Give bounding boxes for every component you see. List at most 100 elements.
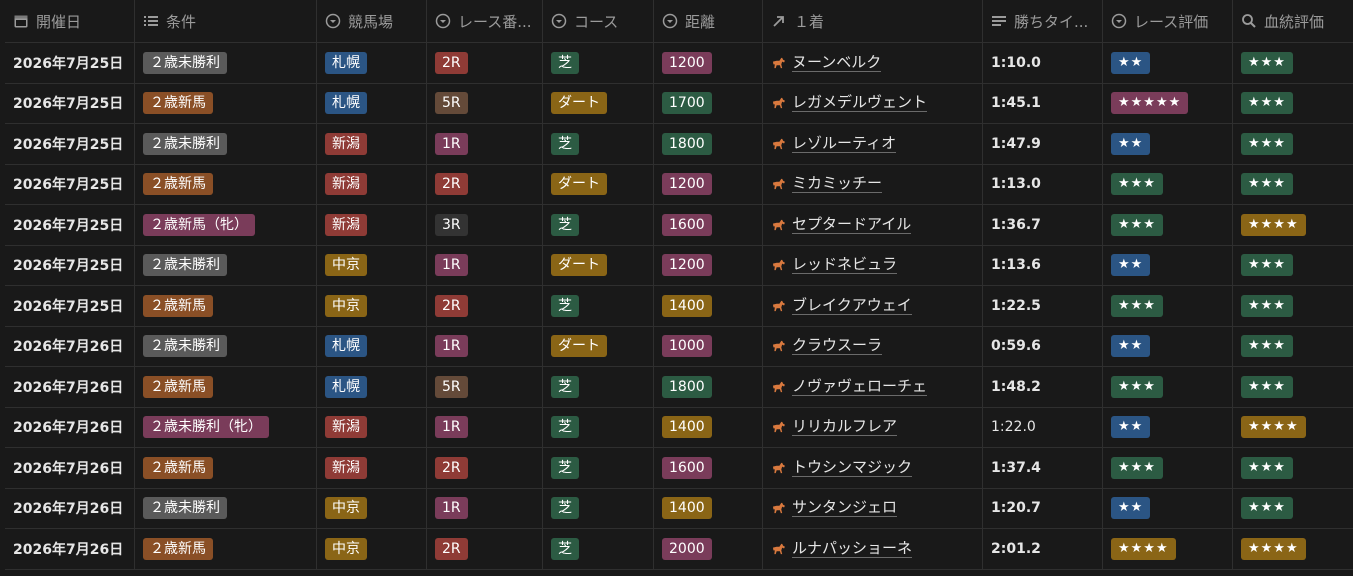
winning-time-cell[interactable]: 2:01.2 — [983, 529, 1103, 569]
winning-time-cell[interactable]: 1:10.0 — [983, 43, 1103, 83]
date-cell[interactable]: 2026年7月25日 — [5, 124, 135, 164]
winner-link[interactable]: セプタードアイル — [771, 215, 912, 234]
venue-cell[interactable]: 中京 — [317, 286, 427, 326]
course-cell[interactable]: 芝 — [543, 407, 654, 447]
date-cell[interactable]: 2026年7月25日 — [5, 164, 135, 204]
course-cell[interactable]: 芝 — [543, 448, 654, 488]
date-cell[interactable]: 2026年7月26日 — [5, 488, 135, 528]
winning-time-cell[interactable]: 1:45.1 — [983, 83, 1103, 123]
distance-cell[interactable]: 1800 — [654, 367, 763, 407]
course-cell[interactable]: ダート — [543, 326, 654, 366]
venue-cell[interactable]: 新潟 — [317, 407, 427, 447]
distance-cell[interactable]: 1600 — [654, 205, 763, 245]
table-row[interactable]: 2026年7月25日 ２歳新馬（牝） 新潟 3R 芝 1600 セプタードアイル… — [5, 205, 1353, 246]
condition-cell[interactable]: ２歳新馬 — [135, 448, 317, 488]
condition-cell[interactable]: ２歳未勝利 — [135, 245, 317, 285]
race-rating-cell[interactable]: ★★★ — [1103, 367, 1233, 407]
condition-cell[interactable]: ２歳未勝利 — [135, 43, 317, 83]
table-row[interactable]: 2026年7月26日 ２歳未勝利 中京 1R 芝 1400 サンタンジェロ 1:… — [5, 488, 1353, 529]
distance-cell[interactable]: 1600 — [654, 448, 763, 488]
winner-cell[interactable]: トウシンマジック — [763, 448, 983, 488]
race-rating-cell[interactable]: ★★ — [1103, 326, 1233, 366]
table-row[interactable]: 2026年7月25日 ２歳新馬 新潟 2R ダート 1200 ミカミッチー 1:… — [5, 164, 1353, 205]
condition-cell[interactable]: ２歳未勝利 — [135, 124, 317, 164]
pedigree-rating-cell[interactable]: ★★★ — [1233, 84, 1353, 124]
distance-cell[interactable]: 1200 — [654, 245, 763, 285]
winner-link[interactable]: トウシンマジック — [771, 458, 913, 477]
course-cell[interactable]: ダート — [543, 83, 654, 123]
table-row[interactable]: 2026年7月26日 ２歳新馬 中京 2R 芝 2000 ルナパッショーネ 2:… — [5, 529, 1353, 570]
winning-time-cell[interactable]: 1:36.7 — [983, 205, 1103, 245]
condition-cell[interactable]: ２歳新馬 — [135, 529, 317, 569]
distance-cell[interactable]: 1400 — [654, 407, 763, 447]
course-cell[interactable]: 芝 — [543, 488, 654, 528]
winning-time-cell[interactable]: 1:22.0 — [983, 407, 1103, 447]
winner-cell[interactable]: ルナパッショーネ — [763, 529, 983, 569]
table-row[interactable]: 2026年7月25日 ２歳新馬 中京 2R 芝 1400 ブレイクアウェイ 1:… — [5, 286, 1353, 327]
pedigree-rating-cell[interactable]: ★★★ — [1233, 489, 1353, 529]
winning-time-cell[interactable]: 1:22.5 — [983, 286, 1103, 326]
pedigree-rating-cell[interactable]: ★★★ — [1233, 286, 1353, 326]
venue-cell[interactable]: 札幌 — [317, 43, 427, 83]
date-cell[interactable]: 2026年7月26日 — [5, 448, 135, 488]
winner-cell[interactable]: レッドネビュラ — [763, 245, 983, 285]
race-rating-cell[interactable]: ★★★★★ — [1103, 83, 1233, 123]
winning-time-cell[interactable]: 1:47.9 — [983, 124, 1103, 164]
table-row[interactable]: 2026年7月26日 ２歳新馬 新潟 2R 芝 1600 トウシンマジック 1:… — [5, 448, 1353, 489]
pedigree-rating-cell[interactable]: ★★★★ — [1233, 408, 1353, 448]
pedigree-rating-cell[interactable]: ★★★ — [1233, 43, 1353, 83]
distance-cell[interactable]: 2000 — [654, 529, 763, 569]
pedigree-rating-cell[interactable]: ★★★ — [1233, 246, 1353, 286]
distance-cell[interactable]: 1400 — [654, 488, 763, 528]
winner-link[interactable]: ミカミッチー — [771, 175, 883, 194]
race-rating-cell[interactable]: ★★★ — [1103, 286, 1233, 326]
distance-cell[interactable]: 1400 — [654, 286, 763, 326]
pedigree-rating-cell[interactable]: ★★★ — [1233, 165, 1353, 205]
winner-cell[interactable]: ミカミッチー — [763, 164, 983, 204]
winner-cell[interactable]: ブレイクアウェイ — [763, 286, 983, 326]
course-cell[interactable]: 芝 — [543, 124, 654, 164]
winning-time-cell[interactable]: 1:20.7 — [983, 488, 1103, 528]
venue-cell[interactable]: 札幌 — [317, 326, 427, 366]
race-number-cell[interactable]: 2R — [427, 164, 543, 204]
race-number-cell[interactable]: 5R — [427, 367, 543, 407]
venue-cell[interactable]: 新潟 — [317, 164, 427, 204]
venue-cell[interactable]: 新潟 — [317, 448, 427, 488]
column-header-pedigree-rating[interactable]: 血統評価 — [1233, 0, 1353, 42]
distance-cell[interactable]: 1200 — [654, 164, 763, 204]
race-number-cell[interactable]: 3R — [427, 205, 543, 245]
column-header-course[interactable]: コース — [543, 0, 654, 42]
race-rating-cell[interactable]: ★★ — [1103, 407, 1233, 447]
course-cell[interactable]: 芝 — [543, 286, 654, 326]
race-rating-cell[interactable]: ★★ — [1103, 245, 1233, 285]
winning-time-cell[interactable]: 1:48.2 — [983, 367, 1103, 407]
winner-link[interactable]: リリカルフレア — [771, 418, 898, 437]
course-cell[interactable]: ダート — [543, 164, 654, 204]
race-number-cell[interactable]: 2R — [427, 529, 543, 569]
condition-cell[interactable]: ２歳未勝利（牝） — [135, 407, 317, 447]
race-number-cell[interactable]: 5R — [427, 83, 543, 123]
distance-cell[interactable]: 1800 — [654, 124, 763, 164]
winner-cell[interactable]: クラウスーラ — [763, 326, 983, 366]
condition-cell[interactable]: ２歳未勝利 — [135, 326, 317, 366]
winner-cell[interactable]: ヌーンベルク — [763, 43, 983, 83]
course-cell[interactable]: 芝 — [543, 205, 654, 245]
table-row[interactable]: 2026年7月25日 ２歳未勝利 新潟 1R 芝 1800 レゾルーティオ 1:… — [5, 124, 1353, 165]
winning-time-cell[interactable]: 1:37.4 — [983, 448, 1103, 488]
race-rating-cell[interactable]: ★★ — [1103, 488, 1233, 528]
winning-time-cell[interactable]: 1:13.6 — [983, 245, 1103, 285]
column-header-winner[interactable]: １着 — [763, 0, 983, 42]
winner-link[interactable]: ルナパッショーネ — [771, 539, 913, 558]
winning-time-cell[interactable]: 0:59.6 — [983, 326, 1103, 366]
winner-link[interactable]: クラウスーラ — [771, 337, 883, 356]
venue-cell[interactable]: 札幌 — [317, 367, 427, 407]
table-row[interactable]: 2026年7月25日 ２歳未勝利 札幌 2R 芝 1200 ヌーンベルク 1:1… — [5, 43, 1353, 84]
column-header-distance[interactable]: 距離 — [654, 0, 763, 42]
date-cell[interactable]: 2026年7月25日 — [5, 83, 135, 123]
date-cell[interactable]: 2026年7月26日 — [5, 407, 135, 447]
winner-cell[interactable]: サンタンジェロ — [763, 488, 983, 528]
condition-cell[interactable]: ２歳未勝利 — [135, 488, 317, 528]
condition-cell[interactable]: ２歳新馬 — [135, 164, 317, 204]
winner-link[interactable]: サンタンジェロ — [771, 499, 898, 518]
winning-time-cell[interactable]: 1:13.0 — [983, 164, 1103, 204]
